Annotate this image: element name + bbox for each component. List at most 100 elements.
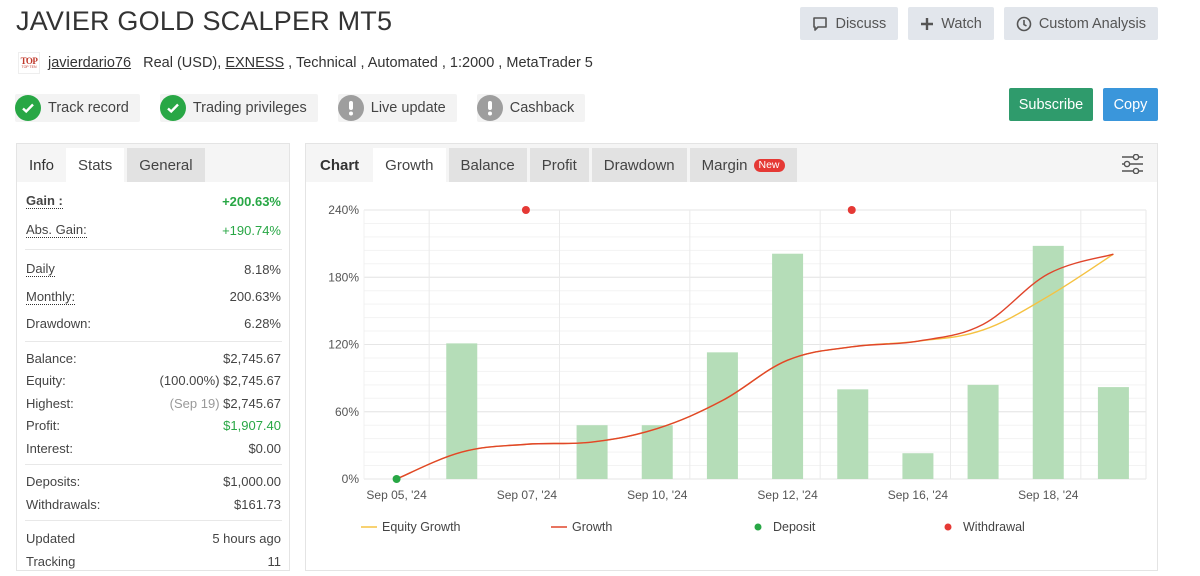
drawdown-label: Drawdown: <box>26 315 92 331</box>
updated-value: 5 hours ago <box>212 531 281 546</box>
badge-cashback[interactable]: Cashback <box>476 94 586 122</box>
balance-value: $2,745.67 <box>223 350 281 366</box>
stats-panel: Info Stats General Gain : +200.63% Abs. … <box>16 143 290 571</box>
profit-bar <box>837 389 869 479</box>
stat-daily: Daily 8.18% <box>26 255 281 283</box>
highest-value: $2,745.67 <box>223 395 281 411</box>
custom-analysis-button[interactable]: Custom Analysis <box>1003 7 1158 40</box>
top-actions: Discuss Watch Custom Analysis <box>800 7 1158 40</box>
profit-bar <box>641 425 673 479</box>
badge-track-record[interactable]: Track record <box>15 94 140 122</box>
equity-percent: (100.00%) <box>159 373 220 388</box>
stat-balance: Balance: $2,745.67 <box>26 347 281 369</box>
stats-tabs: Info Stats General <box>17 144 289 182</box>
tracking-value: 11 <box>267 553 282 569</box>
chart-tabs: Chart Growth Balance Profit Drawdown Mar… <box>306 144 1157 182</box>
stat-monthly: Monthly: 200.63% <box>26 283 281 310</box>
stat-profit: Profit: $1,907.40 <box>26 414 281 437</box>
stat-tracking: Tracking 11 <box>26 550 281 572</box>
stat-abs-gain: Abs. Gain: +190.74% <box>26 216 281 244</box>
highest-date: (Sep 19) <box>169 395 220 411</box>
new-badge: New <box>753 158 785 172</box>
daily-value: 8.18% <box>244 261 281 277</box>
sliders-settings-icon[interactable] <box>1121 153 1143 179</box>
tab-general[interactable]: General <box>127 148 205 182</box>
stat-highest: Highest: (Sep 19) $2,745.67 <box>26 392 281 414</box>
copy-button[interactable]: Copy <box>1103 88 1158 121</box>
provider-logo: TOP TOP TEN <box>18 52 40 74</box>
deposits-label: Deposits: <box>26 474 81 489</box>
equity-value: $2,745.67 <box>223 373 281 388</box>
monthly-label[interactable]: Monthly: <box>26 289 76 305</box>
stat-equity: Equity: (100.00%) $2,745.67 <box>26 369 281 392</box>
interest-label: Interest: <box>26 440 73 456</box>
tab-margin[interactable]: Margin New <box>689 148 797 182</box>
x-tick-label: Sep 18, '24 <box>1018 488 1079 502</box>
account-meta: TOP TOP TEN javierdario76 Real (USD), EX… <box>18 52 593 74</box>
legend-withdrawal-swatch <box>944 523 952 531</box>
gain-label[interactable]: Gain : <box>26 193 63 209</box>
stats-list: Gain : +200.63% Abs. Gain: +190.74% Dail… <box>17 186 289 572</box>
legend-growth-label: Growth <box>572 520 612 534</box>
stat-gain: Gain : +200.63% <box>26 186 281 216</box>
stat-interest: Interest: $0.00 <box>26 437 281 459</box>
y-tick-label: 120% <box>328 338 359 352</box>
y-tick-label: 180% <box>328 270 359 284</box>
discuss-label: Discuss <box>835 15 887 32</box>
legend-withdrawal-label: Withdrawal <box>963 520 1025 534</box>
check-circle-icon <box>159 95 186 121</box>
tab-profit[interactable]: Profit <box>529 148 589 182</box>
withdrawal-marker <box>847 206 856 214</box>
comment-icon <box>812 16 828 32</box>
plus-icon <box>920 17 934 31</box>
stat-deposits: Deposits: $1,000.00 <box>26 470 281 493</box>
verification-badges: Track record Trading privileges Live upd… <box>15 94 586 122</box>
stat-drawdown: Drawdown: 6.28% <box>26 310 281 336</box>
page-title: JAVIER GOLD SCALPER MT5 <box>16 6 393 36</box>
exclamation-circle-icon <box>337 95 364 121</box>
exclamation-circle-icon <box>476 95 503 121</box>
withdrawals-value: $161.73 <box>234 496 281 512</box>
divider <box>25 249 282 250</box>
withdrawal-marker <box>521 206 530 214</box>
account-details: , Technical , Automated , 1:2000 , MetaT… <box>284 55 593 71</box>
drawdown-value: 6.28% <box>244 315 281 331</box>
profit-bar <box>706 352 738 479</box>
tab-stats[interactable]: Stats <box>66 148 125 182</box>
divider <box>25 341 282 342</box>
watch-button[interactable]: Watch <box>908 7 994 40</box>
deposits-value: $1,000.00 <box>223 474 281 489</box>
profit-bar <box>576 425 608 479</box>
abs-gain-value: +190.74% <box>222 222 281 238</box>
abs-gain-label[interactable]: Abs. Gain: <box>26 222 87 238</box>
legend-deposit-label: Deposit <box>773 520 816 534</box>
growth-chart: 0% 60% 120% 180% 240% Sep 05, '24 Sep 07, '24 S… <box>328 203 1147 534</box>
check-circle-icon <box>15 95 41 121</box>
badge-live-update[interactable]: Live update <box>337 94 457 122</box>
legend-equity-growth-label: Equity Growth <box>382 520 461 534</box>
tab-info[interactable]: Info <box>17 148 66 182</box>
username-link[interactable]: javierdario76 <box>48 55 131 71</box>
x-tick-label: Sep 05, '24 <box>366 488 427 502</box>
tab-balance[interactable]: Balance <box>448 148 527 182</box>
tracking-label: Tracking <box>26 553 76 569</box>
legend-deposit-swatch <box>754 523 762 531</box>
profit-bar <box>967 384 999 479</box>
daily-label[interactable]: Daily <box>26 261 55 277</box>
x-tick-label: Sep 12, '24 <box>757 488 818 502</box>
highest-label: Highest: <box>26 395 74 411</box>
badge-trading-privileges[interactable]: Trading privileges <box>159 94 318 122</box>
broker-link[interactable]: EXNESS <box>225 55 284 71</box>
x-tick-label: Sep 16, '24 <box>888 488 949 502</box>
profit-value: $1,907.40 <box>223 418 281 433</box>
stat-withdrawals: Withdrawals: $161.73 <box>26 493 281 515</box>
discuss-button[interactable]: Discuss <box>800 7 899 40</box>
withdrawals-label: Withdrawals: <box>26 496 101 512</box>
balance-label: Balance: <box>26 350 77 366</box>
profit-bar <box>446 343 478 479</box>
tab-growth[interactable]: Growth <box>373 148 446 182</box>
tab-drawdown[interactable]: Drawdown <box>591 148 687 182</box>
subscribe-button[interactable]: Subscribe <box>1009 88 1093 121</box>
profit-label: Profit: <box>26 418 60 433</box>
gain-value: +200.63% <box>222 193 281 209</box>
